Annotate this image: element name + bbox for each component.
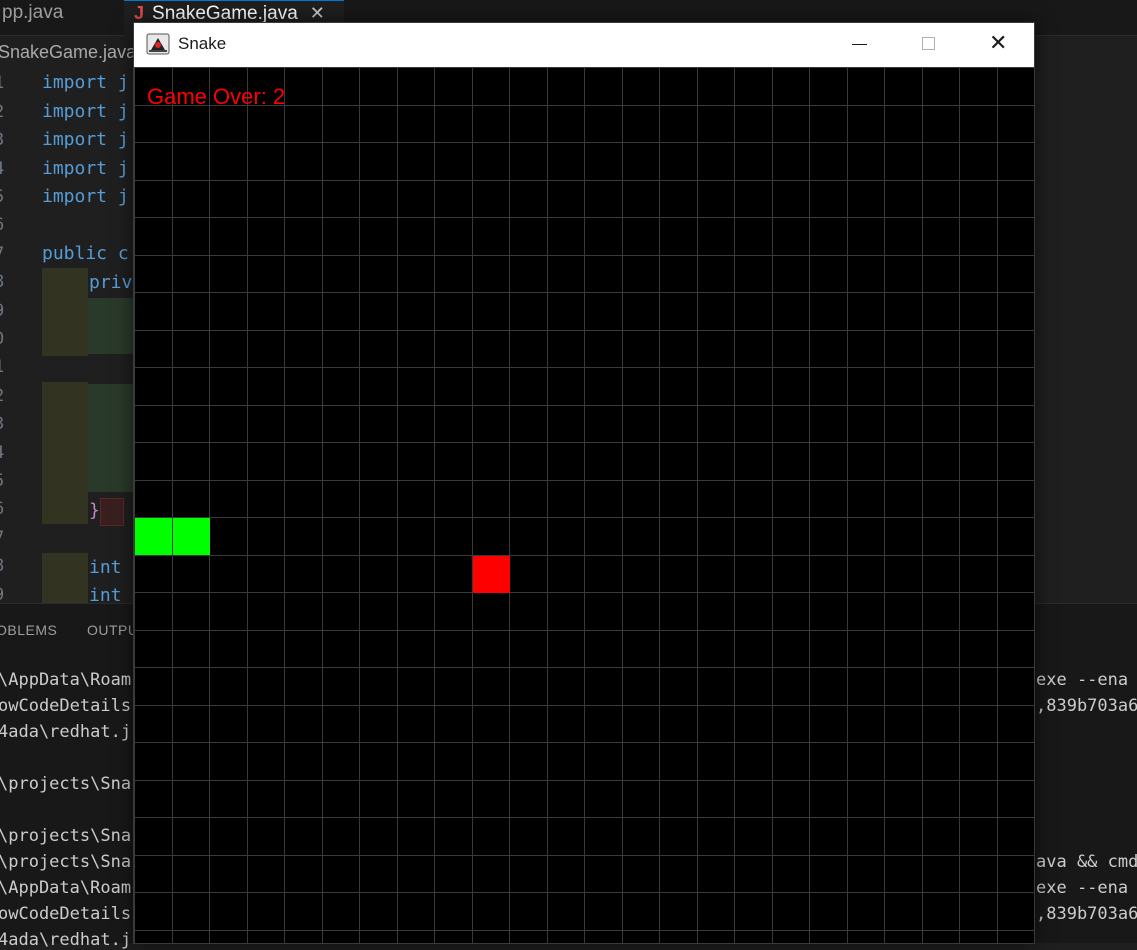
indent-guide-highlight — [88, 298, 138, 354]
food-block — [473, 556, 510, 593]
breadcrumb-file[interactable]: SnakeGame.java — [0, 42, 136, 63]
panel-tab-output[interactable]: OUTPU — [87, 622, 139, 638]
line-number: 8 — [0, 556, 14, 576]
line-number: 6 — [0, 499, 14, 519]
tab-label: SnakeGame.java — [152, 3, 298, 24]
line-number: 5 — [0, 187, 14, 207]
line-number: 5 — [0, 471, 14, 491]
code-line[interactable]: import j — [42, 186, 129, 207]
terminal-line: exe --ena — [1036, 670, 1129, 690]
tab-label: pp.java — [2, 2, 64, 23]
terminal-line: ,839b703a6 — [1036, 904, 1137, 924]
line-number-gutter: 1 2 3 4 5 6 7 8 9 0 1 2 3 4 5 6 7 8 9 — [0, 70, 36, 605]
terminal-line: \AppData\Roam — [0, 878, 132, 898]
snake-head — [173, 518, 210, 555]
bracket-match-highlight — [100, 498, 124, 526]
game-status-text: Game Over: 2 — [147, 84, 286, 109]
java-file-icon: J — [134, 3, 145, 23]
terminal-line: ava && cmd — [1036, 852, 1137, 872]
code-line[interactable]: public c — [42, 243, 129, 264]
maximize-icon — [922, 37, 935, 50]
maximize-button[interactable] — [894, 23, 964, 67]
line-number: 2 — [0, 102, 14, 122]
window-titlebar[interactable]: Snake ✕ — [134, 23, 1034, 67]
line-number: 1 — [0, 357, 14, 377]
line-number: 8 — [0, 272, 14, 292]
line-number: 3 — [0, 130, 14, 150]
terminal-line: owCodeDetails — [0, 904, 132, 924]
line-number: 9 — [0, 301, 14, 321]
terminal-line: ,839b703a6 — [1036, 696, 1137, 716]
panel-tab-problems[interactable]: OBLEMS — [0, 622, 57, 638]
terminal-line: \projects\Sna — [0, 774, 132, 794]
game-board[interactable]: Game Over: 2 — [134, 67, 1034, 943]
terminal-line: exe --ena — [1036, 878, 1129, 898]
terminal-line: owCodeDetails — [0, 696, 132, 716]
line-number: 7 — [0, 244, 14, 264]
terminal-line: \projects\Sna — [0, 852, 132, 872]
code-line[interactable]: import j — [42, 158, 129, 179]
terminal-line: 4ada\redhat.j — [0, 722, 132, 742]
indent-guide-highlight — [42, 268, 88, 356]
line-number: 6 — [0, 215, 14, 235]
indent-guide-highlight — [42, 553, 88, 603]
code-line[interactable]: import j — [42, 72, 129, 93]
line-number: 7 — [0, 528, 14, 548]
java-duke-icon — [146, 32, 170, 56]
indent-guide-highlight — [42, 382, 88, 524]
code-line[interactable]: import j — [42, 101, 129, 122]
line-number: 2 — [0, 386, 14, 406]
terminal-line: \AppData\Roam — [0, 670, 132, 690]
line-number: 4 — [0, 159, 14, 179]
close-button[interactable]: ✕ — [964, 23, 1034, 67]
game-grid — [134, 67, 1034, 943]
tab-app-java[interactable]: pp.java — [0, 0, 74, 35]
minimize-icon — [852, 44, 867, 45]
line-number: 1 — [0, 73, 14, 93]
code-line[interactable]: } — [89, 500, 100, 521]
indent-guide-highlight — [88, 384, 138, 492]
line-number: 9 — [0, 585, 14, 605]
code-line[interactable]: priv — [89, 272, 132, 293]
window-title: Snake — [178, 34, 227, 53]
close-icon: ✕ — [989, 31, 1008, 56]
line-number: 0 — [0, 329, 14, 349]
snake-segment — [135, 518, 172, 555]
line-number: 4 — [0, 443, 14, 463]
tab-close-icon[interactable]: ✕ — [310, 3, 325, 23]
snake-window[interactable]: Snake ✕ Game Over: 2 — [133, 22, 1035, 944]
terminal-line: 4ada\redhat.j — [0, 930, 132, 950]
code-line[interactable]: import j — [42, 129, 129, 150]
line-number: 3 — [0, 414, 14, 434]
minimize-button[interactable] — [824, 23, 894, 67]
terminal-line: \projects\Sna — [0, 826, 132, 846]
code-line[interactable]: int — [89, 557, 122, 578]
